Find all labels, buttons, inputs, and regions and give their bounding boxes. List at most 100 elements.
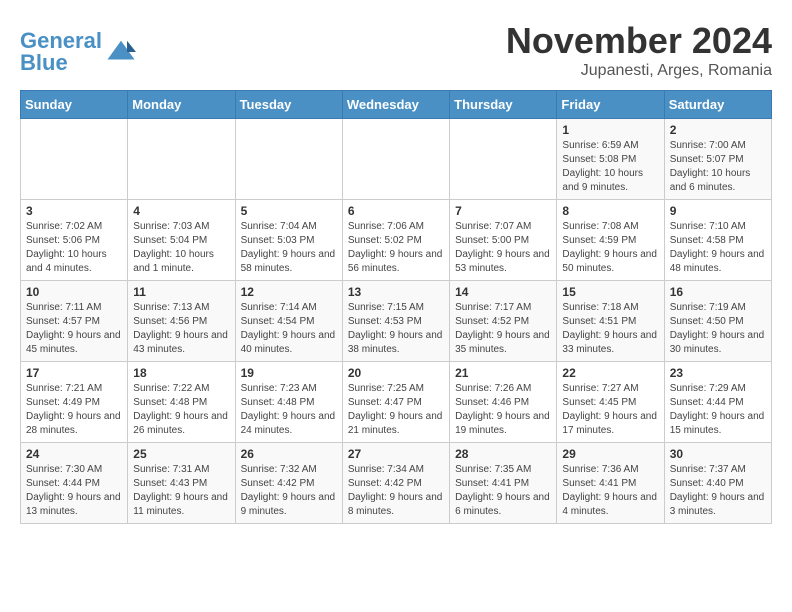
day-number: 10 <box>26 285 122 299</box>
day-number: 21 <box>455 366 551 380</box>
weekday-header: Saturday <box>664 91 771 119</box>
day-detail: Sunrise: 7:04 AM Sunset: 5:03 PM Dayligh… <box>241 220 337 276</box>
day-number: 2 <box>670 123 766 137</box>
day-detail: Sunrise: 7:21 AM Sunset: 4:49 PM Dayligh… <box>26 382 122 438</box>
day-number: 16 <box>670 285 766 299</box>
day-number: 28 <box>455 447 551 461</box>
day-number: 6 <box>348 204 444 218</box>
day-detail: Sunrise: 7:02 AM Sunset: 5:06 PM Dayligh… <box>26 220 122 276</box>
calendar-day-cell: 15 Sunrise: 7:18 AM Sunset: 4:51 PM Dayli… <box>557 281 664 362</box>
day-detail: Sunrise: 7:18 AM Sunset: 4:51 PM Dayligh… <box>562 301 658 357</box>
calendar-week-row: 24 Sunrise: 7:30 AM Sunset: 4:44 PM Dayli… <box>21 443 772 524</box>
calendar-day-cell: 27Sunrise: 7:34 AM Sunset: 4:42 PM Dayli… <box>342 443 449 524</box>
day-number: 9 <box>670 204 766 218</box>
calendar-day-cell: 13Sunrise: 7:15 AM Sunset: 4:53 PM Dayli… <box>342 281 449 362</box>
calendar-day-cell: 23 Sunrise: 7:29 AM Sunset: 4:44 PM Dayli… <box>664 362 771 443</box>
calendar-day-cell: 10 Sunrise: 7:11 AM Sunset: 4:57 PM Dayli… <box>21 281 128 362</box>
day-number: 14 <box>455 285 551 299</box>
day-number: 1 <box>562 123 658 137</box>
weekday-header-row: SundayMondayTuesdayWednesdayThursdayFrid… <box>21 91 772 119</box>
location-title: Jupanesti, Arges, Romania <box>506 62 772 80</box>
calendar-day-cell: 26Sunrise: 7:32 AM Sunset: 4:42 PM Dayli… <box>235 443 342 524</box>
day-number: 25 <box>133 447 229 461</box>
day-number: 4 <box>133 204 229 218</box>
day-detail: Sunrise: 7:26 AM Sunset: 4:46 PM Dayligh… <box>455 382 551 438</box>
calendar-day-cell: 6 Sunrise: 7:06 AM Sunset: 5:02 PM Daylig… <box>342 200 449 281</box>
day-detail: Sunrise: 7:11 AM Sunset: 4:57 PM Dayligh… <box>26 301 122 357</box>
weekday-header: Monday <box>128 91 235 119</box>
calendar-day-cell: 20 Sunrise: 7:25 AM Sunset: 4:47 PM Dayli… <box>342 362 449 443</box>
day-number: 17 <box>26 366 122 380</box>
day-number: 15 <box>562 285 658 299</box>
logo: General Blue <box>20 30 136 74</box>
day-detail: Sunrise: 7:29 AM Sunset: 4:44 PM Dayligh… <box>670 382 766 438</box>
day-number: 24 <box>26 447 122 461</box>
day-number: 30 <box>670 447 766 461</box>
calendar-day-cell: 25 Sunrise: 7:31 AM Sunset: 4:43 PM Dayli… <box>128 443 235 524</box>
day-detail: Sunrise: 7:00 AM Sunset: 5:07 PM Dayligh… <box>670 139 766 195</box>
calendar-day-cell: 22 Sunrise: 7:27 AM Sunset: 4:45 PM Dayli… <box>557 362 664 443</box>
calendar-week-row: 10 Sunrise: 7:11 AM Sunset: 4:57 PM Dayli… <box>21 281 772 362</box>
calendar-day-cell <box>342 119 449 200</box>
calendar-day-cell: 29 Sunrise: 7:36 AM Sunset: 4:41 PM Dayli… <box>557 443 664 524</box>
day-number: 29 <box>562 447 658 461</box>
weekday-header: Friday <box>557 91 664 119</box>
page-header: General Blue November 2024 Jupanesti, Ar… <box>20 20 772 80</box>
weekday-header: Tuesday <box>235 91 342 119</box>
day-detail: Sunrise: 7:14 AM Sunset: 4:54 PM Dayligh… <box>241 301 337 357</box>
day-detail: Sunrise: 7:27 AM Sunset: 4:45 PM Dayligh… <box>562 382 658 438</box>
calendar-day-cell: 17 Sunrise: 7:21 AM Sunset: 4:49 PM Dayli… <box>21 362 128 443</box>
day-detail: Sunrise: 7:17 AM Sunset: 4:52 PM Dayligh… <box>455 301 551 357</box>
day-number: 5 <box>241 204 337 218</box>
calendar-week-row: 1Sunrise: 6:59 AM Sunset: 5:08 PM Daylig… <box>21 119 772 200</box>
calendar-day-cell: 5 Sunrise: 7:04 AM Sunset: 5:03 PM Daylig… <box>235 200 342 281</box>
calendar-day-cell: 21 Sunrise: 7:26 AM Sunset: 4:46 PM Dayli… <box>450 362 557 443</box>
day-detail: Sunrise: 7:08 AM Sunset: 4:59 PM Dayligh… <box>562 220 658 276</box>
day-detail: Sunrise: 7:34 AM Sunset: 4:42 PM Dayligh… <box>348 463 444 519</box>
calendar-day-cell: 2 Sunrise: 7:00 AM Sunset: 5:07 PM Daylig… <box>664 119 771 200</box>
day-detail: Sunrise: 7:36 AM Sunset: 4:41 PM Dayligh… <box>562 463 658 519</box>
day-detail: Sunrise: 7:30 AM Sunset: 4:44 PM Dayligh… <box>26 463 122 519</box>
day-number: 11 <box>133 285 229 299</box>
calendar-day-cell: 4 Sunrise: 7:03 AM Sunset: 5:04 PM Daylig… <box>128 200 235 281</box>
logo-icon <box>106 37 136 67</box>
calendar-day-cell: 12Sunrise: 7:14 AM Sunset: 4:54 PM Dayli… <box>235 281 342 362</box>
day-detail: Sunrise: 7:37 AM Sunset: 4:40 PM Dayligh… <box>670 463 766 519</box>
day-number: 3 <box>26 204 122 218</box>
calendar-day-cell: 1Sunrise: 6:59 AM Sunset: 5:08 PM Daylig… <box>557 119 664 200</box>
calendar-day-cell: 3 Sunrise: 7:02 AM Sunset: 5:06 PM Daylig… <box>21 200 128 281</box>
calendar-day-cell: 9 Sunrise: 7:10 AM Sunset: 4:58 PM Daylig… <box>664 200 771 281</box>
day-number: 20 <box>348 366 444 380</box>
calendar-day-cell: 8 Sunrise: 7:08 AM Sunset: 4:59 PM Daylig… <box>557 200 664 281</box>
day-detail: Sunrise: 7:10 AM Sunset: 4:58 PM Dayligh… <box>670 220 766 276</box>
day-detail: Sunrise: 7:32 AM Sunset: 4:42 PM Dayligh… <box>241 463 337 519</box>
calendar-day-cell: 11 Sunrise: 7:13 AM Sunset: 4:56 PM Dayli… <box>128 281 235 362</box>
calendar-day-cell <box>128 119 235 200</box>
logo-text: General Blue <box>20 30 102 74</box>
month-title: November 2024 <box>506 20 772 62</box>
title-area: November 2024 Jupanesti, Arges, Romania <box>506 20 772 80</box>
calendar-day-cell: 19 Sunrise: 7:23 AM Sunset: 4:48 PM Dayli… <box>235 362 342 443</box>
day-number: 19 <box>241 366 337 380</box>
calendar-day-cell: 24 Sunrise: 7:30 AM Sunset: 4:44 PM Dayli… <box>21 443 128 524</box>
day-detail: Sunrise: 7:06 AM Sunset: 5:02 PM Dayligh… <box>348 220 444 276</box>
calendar-day-cell: 30 Sunrise: 7:37 AM Sunset: 4:40 PM Dayli… <box>664 443 771 524</box>
day-number: 22 <box>562 366 658 380</box>
calendar-day-cell: 28 Sunrise: 7:35 AM Sunset: 4:41 PM Dayli… <box>450 443 557 524</box>
day-detail: Sunrise: 7:31 AM Sunset: 4:43 PM Dayligh… <box>133 463 229 519</box>
day-detail: Sunrise: 7:22 AM Sunset: 4:48 PM Dayligh… <box>133 382 229 438</box>
day-number: 8 <box>562 204 658 218</box>
day-detail: Sunrise: 7:25 AM Sunset: 4:47 PM Dayligh… <box>348 382 444 438</box>
day-detail: Sunrise: 7:19 AM Sunset: 4:50 PM Dayligh… <box>670 301 766 357</box>
calendar-table: SundayMondayTuesdayWednesdayThursdayFrid… <box>20 90 772 524</box>
day-number: 23 <box>670 366 766 380</box>
day-detail: Sunrise: 7:13 AM Sunset: 4:56 PM Dayligh… <box>133 301 229 357</box>
calendar-week-row: 3 Sunrise: 7:02 AM Sunset: 5:06 PM Daylig… <box>21 200 772 281</box>
day-detail: Sunrise: 7:35 AM Sunset: 4:41 PM Dayligh… <box>455 463 551 519</box>
day-detail: Sunrise: 7:15 AM Sunset: 4:53 PM Dayligh… <box>348 301 444 357</box>
day-detail: Sunrise: 7:03 AM Sunset: 5:04 PM Dayligh… <box>133 220 229 276</box>
day-number: 7 <box>455 204 551 218</box>
day-detail: Sunrise: 7:23 AM Sunset: 4:48 PM Dayligh… <box>241 382 337 438</box>
calendar-day-cell: 18Sunrise: 7:22 AM Sunset: 4:48 PM Dayli… <box>128 362 235 443</box>
calendar-day-cell <box>235 119 342 200</box>
